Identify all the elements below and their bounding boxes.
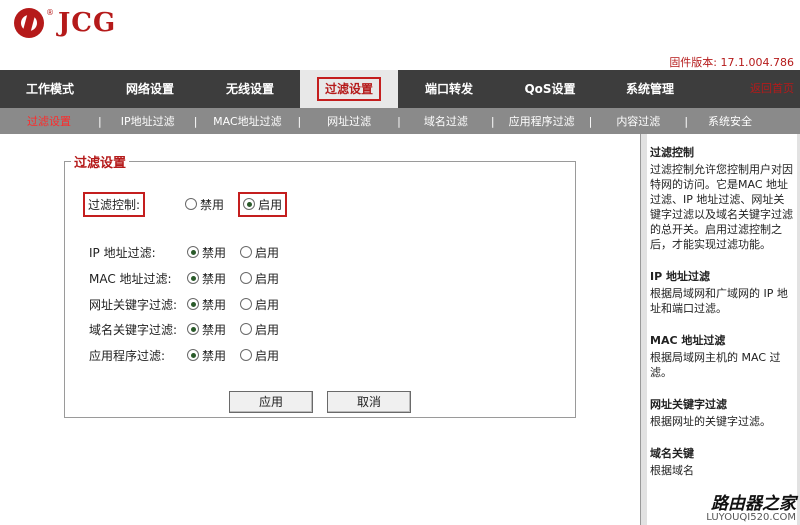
- registered-mark: ®: [46, 8, 54, 17]
- radio-selected-icon[interactable]: [243, 198, 256, 210]
- ip-filter-row: IP 地址过滤: 禁用 启用: [89, 244, 280, 261]
- nav-item-port-forward[interactable]: 端口转发: [398, 70, 500, 108]
- subnav-mac-filter[interactable]: MAC地址过滤: [197, 113, 297, 129]
- radio-icon[interactable]: [185, 198, 198, 210]
- help-text: 根据网址的关键字过滤。: [650, 415, 771, 428]
- url-keyword-filter-enable[interactable]: 启用: [240, 296, 279, 313]
- filter-control-enable[interactable]: 启用: [238, 191, 288, 217]
- help-title: 域名关键: [650, 447, 694, 460]
- header: ® JCG 固件版本: 17.1.004.786: [0, 0, 800, 70]
- domain-keyword-filter-enable[interactable]: 启用: [240, 321, 279, 338]
- radio-icon[interactable]: [240, 298, 253, 310]
- subnav-url-filter[interactable]: 网址过滤: [301, 113, 397, 129]
- filter-control-disable[interactable]: 禁用: [185, 196, 224, 213]
- app-filter-row: 应用程序过滤: 禁用 启用: [89, 347, 280, 364]
- nav-item-network[interactable]: 网络设置: [100, 70, 200, 108]
- nav-item-system[interactable]: 系统管理: [600, 70, 700, 108]
- radio-icon[interactable]: [240, 349, 253, 361]
- help-text: 根据局域网主机的 MAC 过滤。: [650, 351, 781, 379]
- ip-filter-disable[interactable]: 禁用: [187, 244, 226, 261]
- subnav-ip-filter[interactable]: IP地址过滤: [102, 113, 194, 129]
- radio-selected-icon[interactable]: [187, 298, 199, 310]
- radio-selected-icon[interactable]: [187, 272, 199, 284]
- apply-button[interactable]: 应用: [229, 391, 313, 413]
- watermark-url: LUYOUQI520.COM: [706, 512, 796, 523]
- help-title: 网址关键字过滤: [650, 398, 727, 411]
- filter-settings-panel: 过滤设置 过滤控制: 禁用 启用 IP 地址过滤: 禁用 启用 MAC 地址过滤…: [64, 152, 576, 418]
- help-title: 过滤控制: [650, 146, 694, 159]
- mac-filter-enable[interactable]: 启用: [240, 270, 279, 287]
- help-title: MAC 地址过滤: [650, 334, 726, 347]
- subnav-domain-filter[interactable]: 域名过滤: [401, 113, 491, 129]
- radio-selected-icon[interactable]: [187, 349, 199, 361]
- help-text: 根据域名: [650, 464, 694, 477]
- subnav-filter-settings[interactable]: 过滤设置: [0, 113, 98, 129]
- filter-control-label: 过滤控制:: [83, 191, 146, 217]
- main-content: 过滤设置 过滤控制: 禁用 启用 IP 地址过滤: 禁用 启用 MAC 地址过滤…: [0, 134, 640, 525]
- radio-icon[interactable]: [240, 246, 253, 258]
- mac-filter-disable[interactable]: 禁用: [187, 270, 226, 287]
- panel-title: 过滤设置: [71, 152, 130, 171]
- nav-item-wireless[interactable]: 无线设置: [200, 70, 300, 108]
- brand-name: JCG: [58, 8, 117, 38]
- help-panel: 过滤控制 过滤控制允许您控制用户对因特网的访问。它是MAC 地址过滤、IP 地址…: [647, 134, 797, 525]
- filter-control-row: 过滤控制: 禁用 启用: [83, 191, 301, 217]
- cancel-button[interactable]: 取消: [327, 391, 411, 413]
- nav-item-work-mode[interactable]: 工作模式: [0, 70, 100, 108]
- watermark-title: 路由器之家: [711, 494, 796, 514]
- radio-selected-icon[interactable]: [187, 246, 199, 258]
- nav-item-qos[interactable]: QoS设置: [500, 70, 600, 108]
- nav-home-link[interactable]: 返回首页: [750, 70, 794, 108]
- help-title: IP 地址过滤: [650, 270, 710, 283]
- radio-selected-icon[interactable]: [187, 323, 199, 335]
- subnav-app-filter[interactable]: 应用程序过滤: [495, 113, 589, 129]
- help-text: 根据局域网和广域网的 IP 地址和端口过滤。: [650, 287, 788, 315]
- subnav-content-filter[interactable]: 内容过滤: [592, 113, 684, 129]
- app-filter-enable[interactable]: 启用: [240, 347, 279, 364]
- brand-logo: ® JCG: [14, 8, 116, 38]
- mac-filter-row: MAC 地址过滤: 禁用 启用: [89, 270, 280, 287]
- watermark: 路由器之家 LUYOUQI520.COM: [706, 489, 796, 523]
- app-filter-disable[interactable]: 禁用: [187, 347, 226, 364]
- nav-item-filter[interactable]: 过滤设置: [300, 70, 398, 108]
- radio-icon[interactable]: [240, 272, 253, 284]
- help-sidebar: 过滤控制 过滤控制允许您控制用户对因特网的访问。它是MAC 地址过滤、IP 地址…: [640, 134, 800, 525]
- subnav-system-security[interactable]: 系统安全: [688, 113, 772, 129]
- radio-icon[interactable]: [240, 323, 253, 335]
- help-text: 过滤控制允许您控制用户对因特网的访问。它是MAC 地址过滤、IP 地址过滤、网址…: [650, 163, 793, 251]
- domain-keyword-filter-disable[interactable]: 禁用: [187, 321, 226, 338]
- jcg-logo-icon: [14, 8, 44, 38]
- url-keyword-filter-disable[interactable]: 禁用: [187, 296, 226, 313]
- main-nav: 工作模式 网络设置 无线设置 过滤设置 端口转发 QoS设置 系统管理 返回首页: [0, 70, 800, 108]
- ip-filter-enable[interactable]: 启用: [240, 244, 279, 261]
- domain-keyword-filter-row: 域名关键字过滤: 禁用 启用: [89, 321, 280, 338]
- url-keyword-filter-row: 网址关键字过滤: 禁用 启用: [89, 296, 280, 313]
- sub-nav: 过滤设置 | IP地址过滤 | MAC地址过滤 | 网址过滤 | 域名过滤 | …: [0, 108, 800, 134]
- firmware-version: 固件版本: 17.1.004.786: [669, 56, 794, 69]
